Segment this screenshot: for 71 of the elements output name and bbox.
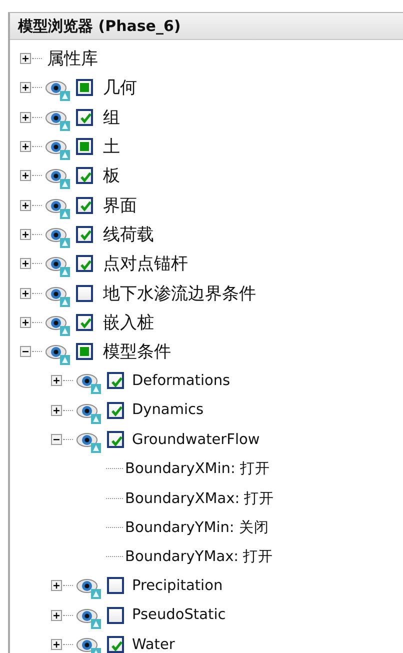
eye-icon[interactable]: [45, 284, 72, 307]
checkbox[interactable]: [76, 314, 93, 331]
checkbox[interactable]: [107, 431, 124, 448]
tree-item-label[interactable]: 模型条件: [103, 340, 171, 364]
eye-icon[interactable]: [76, 577, 103, 600]
eye-icon[interactable]: [76, 636, 103, 653]
tree-item-label[interactable]: Water: [132, 636, 175, 653]
checkbox[interactable]: [107, 372, 124, 390]
tree-item-label[interactable]: 嵌入桩: [103, 310, 154, 334]
panel-title: 模型浏览器 (Phase_6): [10, 13, 403, 40]
tree-item-label[interactable]: BoundaryXMax: 打开: [125, 488, 274, 508]
checkbox[interactable]: [76, 79, 93, 96]
checkbox[interactable]: [76, 108, 93, 126]
tree-item-label[interactable]: 线荷载: [103, 222, 154, 246]
expander-icon[interactable]: [20, 200, 31, 211]
tree-item-label[interactable]: 组: [103, 106, 120, 129]
checkbox[interactable]: [76, 255, 93, 272]
checkbox[interactable]: [76, 226, 93, 243]
tree-item-label[interactable]: Dynamics: [132, 402, 204, 418]
expander-icon[interactable]: [20, 112, 31, 123]
checkbox[interactable]: [76, 196, 93, 214]
expander-icon[interactable]: [20, 82, 31, 94]
eye-icon[interactable]: [76, 606, 103, 629]
expander-icon[interactable]: [20, 53, 31, 64]
checkbox[interactable]: [107, 577, 124, 594]
tree-item-label[interactable]: 点对点锚杆: [103, 252, 188, 276]
eye-icon[interactable]: [45, 167, 72, 190]
tree-item-label[interactable]: BoundaryYMax: 打开: [125, 547, 274, 566]
eye-icon[interactable]: [45, 226, 72, 248]
eye-icon[interactable]: [45, 196, 72, 219]
eye-icon[interactable]: [45, 108, 72, 131]
eye-icon[interactable]: [45, 343, 72, 366]
expander-icon[interactable]: [20, 346, 31, 358]
eye-icon[interactable]: [45, 79, 72, 102]
tree-item-label[interactable]: 土: [103, 135, 120, 158]
eye-icon[interactable]: [45, 138, 72, 160]
checkbox[interactable]: [107, 402, 124, 419]
tree-item-label[interactable]: Precipitation: [132, 578, 223, 594]
tree-item-label[interactable]: Deformations: [132, 372, 230, 389]
expander-icon[interactable]: [20, 228, 31, 240]
expander-icon[interactable]: [51, 639, 62, 650]
tree-item-label[interactable]: 属性库: [47, 47, 98, 70]
tree-item-label[interactable]: 几何: [103, 76, 137, 100]
expander-icon[interactable]: [20, 288, 31, 299]
tree-item-label[interactable]: BoundaryXMin: 打开: [125, 459, 270, 478]
expander-icon[interactable]: [51, 434, 62, 445]
expander-icon[interactable]: [20, 141, 31, 152]
checkbox[interactable]: [76, 138, 93, 156]
expander-icon[interactable]: [51, 580, 62, 592]
expander-icon[interactable]: [20, 170, 31, 182]
tree-item-label[interactable]: PseudoStatic: [132, 607, 226, 624]
checkbox[interactable]: [107, 636, 124, 653]
expander-icon[interactable]: [51, 375, 62, 386]
eye-icon[interactable]: [76, 431, 103, 453]
expander-icon[interactable]: [51, 404, 62, 416]
eye-icon[interactable]: [45, 314, 72, 336]
checkbox[interactable]: [76, 284, 93, 302]
checkbox[interactable]: [76, 167, 93, 184]
tree-item-label[interactable]: BoundaryYMin: 关闭: [125, 518, 269, 537]
expander-icon[interactable]: [51, 610, 62, 621]
tree-item-label[interactable]: 板: [103, 164, 120, 188]
eye-icon[interactable]: [76, 402, 103, 424]
eye-icon[interactable]: [45, 255, 72, 278]
expander-icon[interactable]: [20, 258, 31, 270]
checkbox[interactable]: [76, 343, 93, 360]
eye-icon[interactable]: [76, 372, 103, 394]
expander-icon[interactable]: [20, 316, 31, 328]
checkbox[interactable]: [107, 606, 124, 624]
tree-item-label[interactable]: 界面: [103, 194, 137, 217]
tree-item-label[interactable]: GroundwaterFlow: [132, 432, 260, 448]
tree-item-label[interactable]: 地下水渗流边界条件: [103, 282, 256, 305]
